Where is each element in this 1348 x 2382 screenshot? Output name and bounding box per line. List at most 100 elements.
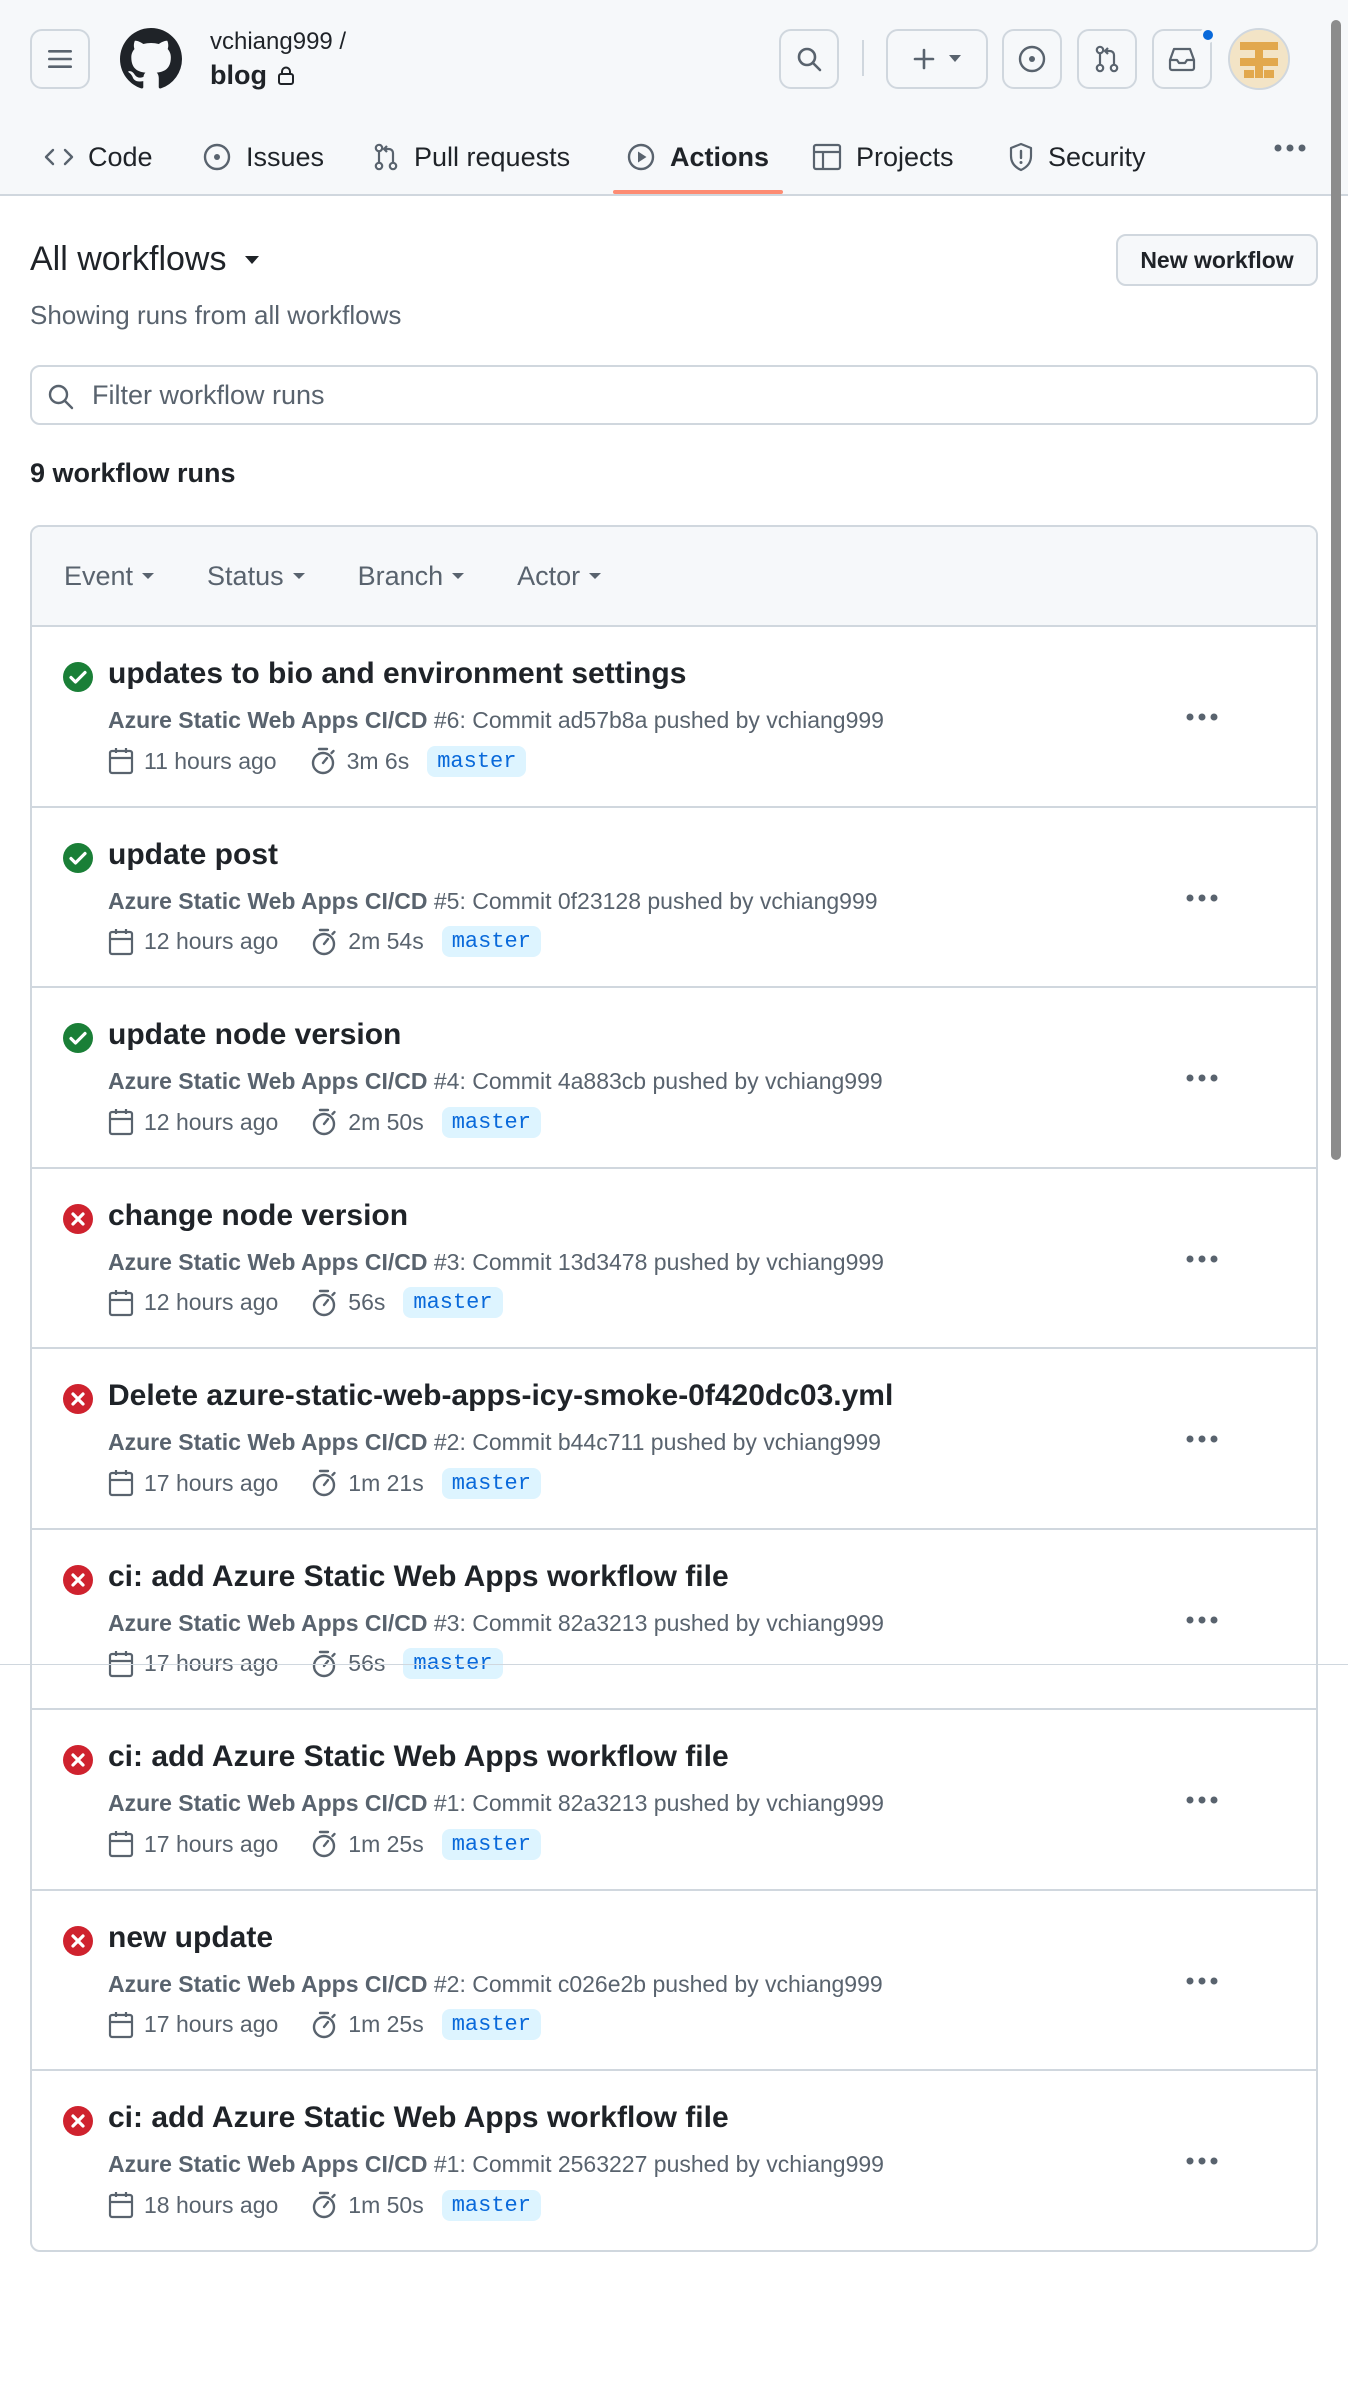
avatar[interactable] (1228, 28, 1290, 90)
run-title[interactable]: update post (108, 838, 278, 872)
run-info: 17 hours ago 1m 21s master (108, 1465, 541, 1501)
tab-actions[interactable]: Actions (626, 118, 769, 196)
run-branch-label[interactable]: master (441, 1828, 541, 1860)
tab-code[interactable]: Code (44, 118, 153, 196)
run-title[interactable]: ci: add Azure Static Web Apps workflow f… (108, 1560, 729, 1594)
run-more-button[interactable] (1182, 1239, 1222, 1279)
run-branch-label[interactable]: master (441, 926, 541, 957)
tab-security[interactable]: Security (1008, 118, 1146, 196)
workflow-run-row-9[interactable]: ci: add Azure Static Web Apps workflow f… (32, 2071, 1316, 2250)
calendar-icon (108, 928, 134, 955)
calendar-icon (108, 1289, 134, 1316)
workflow-run-row-6[interactable]: ci: add Azure Static Web Apps workflow f… (32, 1530, 1316, 1710)
tab-issues[interactable]: Issues (202, 118, 324, 196)
run-title[interactable]: updates to bio and environment settings (108, 657, 686, 691)
workflow-run-row-3[interactable]: update node version Azure Static Web App… (32, 988, 1316, 1169)
workflow-run-row-1[interactable]: updates to bio and environment settings … (32, 627, 1316, 808)
github-logo-icon[interactable] (120, 28, 182, 90)
run-branch-label[interactable]: master (441, 2189, 541, 2221)
run-detail: #4: Commit 4a883cb pushed by vchiang999 (427, 1068, 883, 1094)
repo-header: vchiang999 / blog Code Issues Pull reque… (0, 0, 1348, 196)
run-workflow-name: Azure Static Web Apps CI/CD (108, 1248, 428, 1275)
x-circle-icon (62, 1925, 94, 1957)
tab-actions-label: Actions (670, 141, 770, 172)
workflow-run-row-5[interactable]: Delete azure-static-web-apps-icy-smoke-0… (32, 1349, 1316, 1530)
tab-code-label: Code (88, 141, 153, 172)
kebab-horizontal-icon (1186, 2157, 1218, 2165)
more-tabs-button[interactable] (1270, 128, 1310, 168)
calendar-icon (108, 1470, 134, 1497)
header-divider (862, 40, 864, 76)
check-circle-icon (62, 842, 94, 874)
filter-runs-box[interactable] (30, 365, 1318, 425)
branch-filter-button[interactable]: Branch (358, 561, 466, 592)
page-subtitle: Showing runs from all workflows (30, 300, 402, 330)
run-meta: Azure Static Web Apps CI/CD #3: Commit 1… (108, 1249, 884, 1276)
scrollbar[interactable] (1331, 20, 1341, 1160)
kebab-horizontal-icon (1186, 1796, 1218, 1804)
issues-button[interactable] (1002, 29, 1062, 89)
run-title[interactable]: ci: add Azure Static Web Apps workflow f… (108, 2101, 729, 2135)
active-tab-indicator (613, 190, 783, 194)
page: vchiang999 / blog Code Issues Pull reque… (0, 0, 1348, 2382)
run-branch-label[interactable]: master (403, 1287, 503, 1318)
kebab-horizontal-icon (1186, 1435, 1218, 1443)
new-workflow-button[interactable]: New workflow (1116, 234, 1318, 286)
run-more-button[interactable] (1182, 2141, 1222, 2181)
run-more-button[interactable] (1182, 1961, 1222, 2001)
run-more-button[interactable] (1182, 1780, 1222, 1820)
run-branch-label[interactable]: master (441, 2009, 541, 2040)
kebab-horizontal-icon (1186, 1255, 1218, 1262)
caret-down-icon (452, 573, 465, 579)
run-time: 18 hours ago (144, 2191, 279, 2218)
play-icon (627, 143, 655, 171)
event-filter-label: Event (64, 560, 134, 591)
run-workflow-name: Azure Static Web Apps CI/CD (108, 2151, 428, 2177)
workflow-run-row-4[interactable]: change node version Azure Static Web App… (32, 1169, 1316, 1349)
run-workflow-name: Azure Static Web Apps CI/CD (108, 707, 428, 733)
runs-list-header: Event Status Branch Actor (32, 527, 1316, 627)
run-more-button[interactable] (1182, 1058, 1222, 1098)
filter-runs-input[interactable] (92, 379, 1316, 411)
run-duration: 1m 50s (348, 2191, 424, 2218)
kebab-horizontal-icon (1186, 1616, 1218, 1623)
run-more-button[interactable] (1182, 697, 1222, 737)
run-branch-label[interactable]: master (441, 1467, 541, 1499)
menu-button[interactable] (30, 29, 90, 89)
repo-name-label[interactable]: blog (210, 60, 267, 91)
pull-requests-button[interactable] (1077, 29, 1137, 89)
run-meta: Azure Static Web Apps CI/CD #2: Commit b… (108, 1429, 881, 1456)
stopwatch-icon (313, 2011, 336, 2038)
run-title[interactable]: change node version (108, 1199, 408, 1233)
run-branch-label[interactable]: master (441, 1106, 541, 1138)
run-title[interactable]: new update (108, 1921, 273, 1955)
stopwatch-icon (313, 1289, 336, 1316)
actor-filter-button[interactable]: Actor (517, 561, 602, 592)
workflow-run-row-2[interactable]: update post Azure Static Web Apps CI/CD … (32, 808, 1316, 988)
event-filter-button[interactable]: Event (64, 561, 155, 592)
tab-pull-requests[interactable]: Pull requests (372, 118, 570, 196)
run-title[interactable]: ci: add Azure Static Web Apps workflow f… (108, 1740, 729, 1774)
caret-down-icon (292, 573, 305, 579)
run-more-button[interactable] (1182, 878, 1222, 918)
run-duration: 1m 25s (348, 2011, 424, 2037)
tab-projects[interactable]: Projects (812, 118, 954, 196)
create-new-button[interactable] (886, 29, 988, 89)
git-pull-request-icon (374, 143, 398, 171)
run-branch-label[interactable]: master (427, 745, 527, 777)
workflow-run-row-7[interactable]: ci: add Azure Static Web Apps workflow f… (32, 1710, 1316, 1891)
search-button[interactable] (779, 29, 839, 89)
repo-name[interactable]: blog (210, 60, 295, 91)
kebab-horizontal-icon (1186, 713, 1218, 721)
run-title[interactable]: update node version (108, 1018, 401, 1052)
status-filter-button[interactable]: Status (207, 561, 306, 592)
workflows-dropdown[interactable]: All workflows (30, 240, 260, 279)
x-circle-icon (62, 1744, 94, 1776)
run-title[interactable]: Delete azure-static-web-apps-icy-smoke-0… (108, 1379, 893, 1413)
workflow-run-row-8[interactable]: new update Azure Static Web Apps CI/CD #… (32, 1891, 1316, 2071)
run-more-button[interactable] (1182, 1600, 1222, 1640)
repo-owner-link[interactable]: vchiang999 / (210, 28, 346, 56)
run-more-button[interactable] (1182, 1419, 1222, 1459)
run-duration: 3m 6s (346, 747, 410, 774)
git-pull-request-icon (1095, 45, 1119, 73)
